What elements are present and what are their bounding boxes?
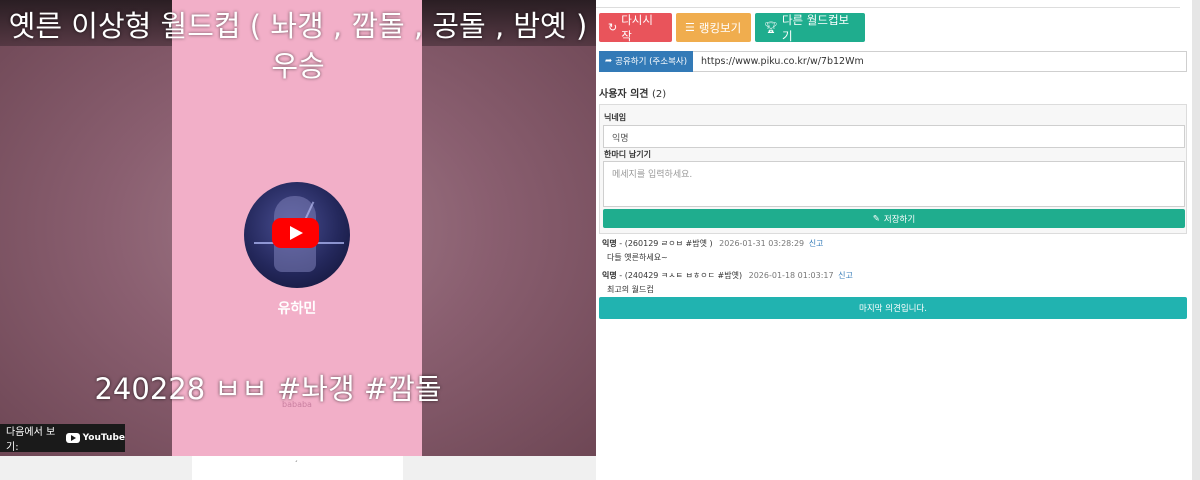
comment-author: 익명 [602,271,617,280]
comment-meta: - (260129 ㄹㅇㅂ #밤옛 ) [619,239,713,248]
video-subtitle: 240228 ㅂㅂ #놔갱 #깜돌 [94,372,442,406]
comment-date: 2026-01-18 01:03:17 [748,271,834,280]
tick-mark: ˊ [294,460,298,469]
comment-item: 익명 - (240429 ㅋㅅㅌ ㅂㅎㅇㄷ #밤옛) 2026-01-18 01… [602,270,853,295]
message-textarea[interactable]: 메세지를 입력하세요. [603,161,1185,207]
below-video-strip: ˊ [0,456,596,480]
youtube-label: YouTube [82,433,125,443]
ranking-button[interactable]: ☰ 랭킹보기 [676,13,751,42]
refresh-icon: ↻ [608,21,618,34]
share-icon: ➦ [605,56,613,66]
artist-name: 유하민 [277,301,317,317]
opinions-heading: 사용자 의견 (2) [599,85,666,100]
comment-date: 2026-01-31 03:28:29 [719,239,805,248]
comment-header: 익명 - (240429 ㅋㅅㅌ ㅂㅎㅇㄷ #밤옛) 2026-01-18 01… [602,270,853,281]
ranking-label: 랭킹보기 [698,20,742,35]
last-comment-button[interactable]: 마지막 의견입니다. [599,297,1187,319]
comment-text: 최고의 월드컵 [607,285,654,294]
watch-on-label: 다음에서 보기: [6,427,56,453]
restart-button[interactable]: ↻ 다시시작 [599,12,672,43]
list-icon: ☰ [685,21,695,34]
other-worldcup-button[interactable]: 🏆︎ 다른 월드컵보기 [755,12,865,43]
comment-meta: - (240429 ㅋㅅㅌ ㅂㅎㅇㄷ #밤옛) [619,271,743,280]
comment-text: 다들 옛른하세요~ [607,253,668,262]
comment-form: 닉네임 익명 한마디 남기기 메세지를 입력하세요. ✎ 저장하기 [599,104,1187,234]
page-root: 유하민 bababa 옛른 이상형 월드컵 ( 놔갱 , 깜돌 , 공돌 , 밤… [0,0,1200,480]
save-label: 저장하기 [883,214,916,225]
play-icon[interactable] [272,218,319,248]
comment-item: 익명 - (260129 ㄹㅇㅂ #밤옛 ) 2026-01-31 03:28:… [602,238,823,263]
other-worldcup-label: 다른 월드컵보기 [781,12,850,43]
pencil-icon: ✎ [872,213,880,224]
comment-author: 익명 [602,239,617,248]
video-player[interactable]: 유하민 bababa 옛른 이상형 월드컵 ( 놔갱 , 깜돌 , 공돌 , 밤… [0,0,596,456]
restart-label: 다시시작 [621,12,653,43]
video-title: 옛른 이상형 월드컵 ( 놔갱 , 깜돌 , 공돌 , 밤옛 ) 우승 [8,9,588,83]
top-divider [596,0,1180,8]
scrollbar[interactable] [1192,0,1200,480]
comment-header: 익명 - (260129 ㄹㅇㅂ #밤옛 ) 2026-01-31 03:28:… [602,238,823,249]
opinions-heading-label: 사용자 의견 [599,89,649,100]
nickname-input[interactable]: 익명 [603,125,1185,148]
opinions-count: (2) [651,89,667,100]
youtube-logo: YouTube [65,433,125,443]
report-link[interactable]: 신고 [838,271,853,280]
report-link[interactable]: 신고 [809,239,824,248]
share-bar: ➦ 공유하기 (주소복사) https://www.piku.co.kr/w/7… [599,50,1187,72]
nickname-label: 닉네임 [604,113,627,122]
share-button[interactable]: ➦ 공유하기 (주소복사) [599,50,694,72]
share-url[interactable]: https://www.piku.co.kr/w/7b12Wm [693,56,864,67]
youtube-icon [65,433,80,443]
save-button[interactable]: ✎ 저장하기 [603,209,1185,228]
action-button-row: ↻ 다시시작 ☰ 랭킹보기 🏆︎ 다른 월드컵보기 [599,12,865,43]
right-panel: ↻ 다시시작 ☰ 랭킹보기 🏆︎ 다른 월드컵보기 ➦ 공유하기 (주소복사) … [596,0,1192,480]
watch-on-youtube-button[interactable]: 다음에서 보기: YouTube [0,424,125,453]
trophy-icon: 🏆︎ [764,21,778,34]
message-label: 한마디 남기기 [604,150,651,159]
share-label: 공유하기 (주소복사) [615,57,688,67]
